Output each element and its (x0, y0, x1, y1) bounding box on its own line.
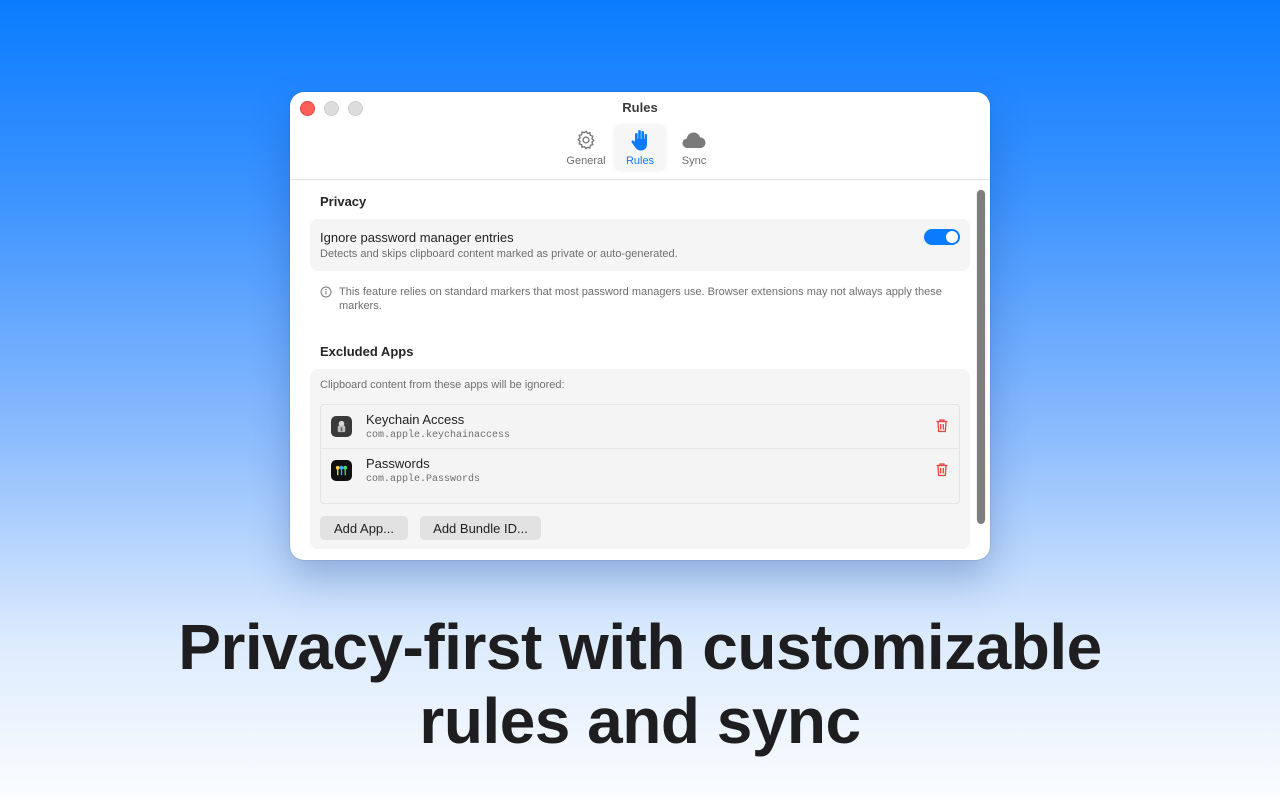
tab-general-label: General (566, 155, 606, 167)
gear-icon (575, 128, 597, 152)
list-item[interactable]: Keychain Access com.apple.keychainaccess (321, 405, 959, 448)
passwords-icon (331, 460, 352, 481)
app-name: Keychain Access (366, 412, 465, 427)
hand-icon (630, 128, 650, 152)
app-name: Passwords (366, 456, 430, 471)
window-title: Rules (622, 100, 658, 115)
settings-window: Rules General Rules Sync Privacy Ignore … (290, 92, 990, 560)
scrollbar-thumb[interactable] (977, 190, 985, 524)
tab-sync-label: Sync (681, 155, 707, 167)
marketing-headline: Privacy-first with customizable rules an… (0, 610, 1280, 758)
tab-general[interactable]: General (560, 124, 612, 170)
excluded-apps-desc: Clipboard content from these apps will b… (320, 379, 565, 391)
toolbar: General Rules Sync (290, 124, 990, 180)
privacy-note: This feature relies on standard markers … (320, 285, 960, 313)
ignore-password-setting-desc: Detects and skips clipboard content mark… (320, 248, 678, 260)
excluded-apps-list: Keychain Access com.apple.keychainaccess (320, 404, 960, 504)
privacy-card: Ignore password manager entries Detects … (310, 219, 970, 271)
toggle-knob (946, 231, 958, 243)
add-bundle-id-button[interactable]: Add Bundle ID... (420, 516, 541, 540)
info-icon (320, 285, 332, 313)
ignore-password-setting-title: Ignore password manager entries (320, 230, 514, 245)
privacy-section-title: Privacy (320, 194, 367, 209)
add-app-button[interactable]: Add App... (320, 516, 408, 540)
trash-icon[interactable] (935, 418, 949, 438)
cloud-icon (681, 128, 707, 152)
excluded-apps-card: Clipboard content from these apps will b… (310, 369, 970, 549)
rules-content: Privacy Ignore password manager entries … (310, 180, 970, 560)
tab-rules[interactable]: Rules (614, 124, 666, 170)
tab-sync[interactable]: Sync (668, 124, 720, 170)
ignore-password-toggle[interactable] (924, 229, 960, 245)
privacy-note-text: This feature relies on standard markers … (339, 286, 942, 312)
excluded-apps-section-title: Excluded Apps (320, 344, 414, 359)
headline-line-2: rules and sync (419, 685, 861, 757)
keychain-icon (331, 416, 352, 437)
tab-rules-label: Rules (625, 155, 655, 167)
app-bundle-id: com.apple.Passwords (366, 474, 481, 485)
trash-icon[interactable] (935, 462, 949, 482)
headline-line-1: Privacy-first with customizable (178, 611, 1102, 683)
list-item[interactable]: Passwords com.apple.Passwords (321, 448, 959, 492)
app-bundle-id: com.apple.keychainaccess (366, 430, 511, 441)
vertical-scrollbar[interactable] (976, 189, 986, 524)
